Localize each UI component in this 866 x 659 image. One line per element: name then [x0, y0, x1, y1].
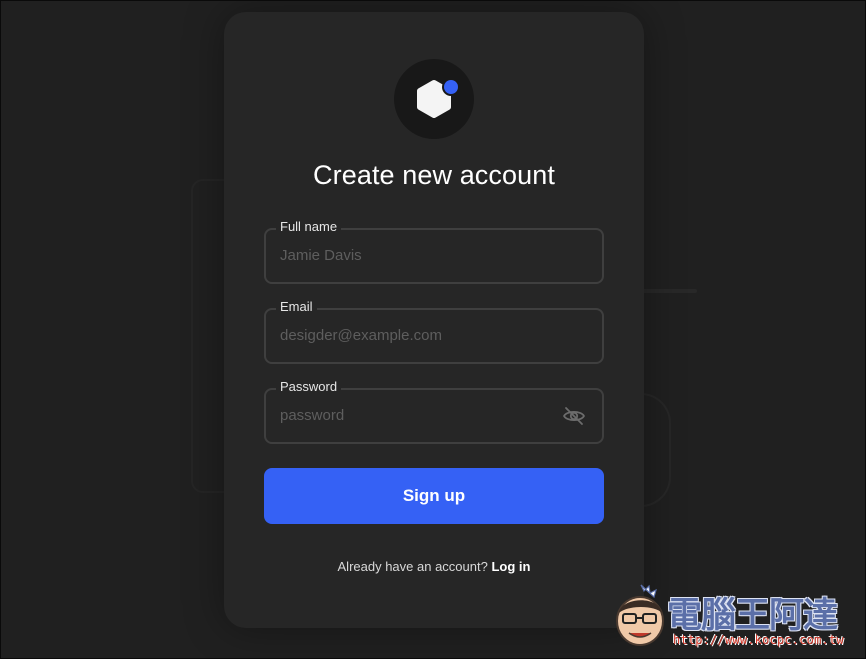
- hexagon-logo-icon: [417, 78, 460, 118]
- password-label: Password: [276, 379, 342, 395]
- watermark: 電腦王阿達 http://www.kocpc.com.tw: [607, 579, 861, 655]
- email-placeholder: desigder@example.com: [280, 327, 442, 344]
- password-placeholder: password: [280, 407, 345, 424]
- signup-card: Create new account Full name Jamie Davis…: [224, 12, 644, 628]
- eye-off-icon[interactable]: [562, 404, 586, 428]
- notification-dot: [444, 80, 458, 94]
- page-title: Create new account: [313, 160, 555, 190]
- login-prompt: Already have an account? Log in: [224, 559, 644, 574]
- background-shape: [641, 289, 697, 293]
- full-name-field[interactable]: Full name Jamie Davis: [264, 219, 604, 284]
- watermark-title: 電腦王阿達: [667, 596, 838, 636]
- app-logo: [394, 59, 474, 139]
- email-field[interactable]: Email desigder@example.com: [264, 299, 604, 364]
- email-label: Email: [276, 299, 317, 315]
- password-field[interactable]: Password password: [264, 379, 604, 444]
- watermark-url: http://www.kocpc.com.tw: [673, 633, 844, 647]
- login-prompt-text: Already have an account?: [337, 559, 488, 574]
- full-name-label: Full name: [276, 219, 342, 235]
- sign-up-button[interactable]: Sign up: [264, 468, 604, 524]
- full-name-placeholder: Jamie Davis: [280, 247, 362, 264]
- log-in-link[interactable]: Log in: [491, 559, 530, 574]
- background-shape: [641, 393, 671, 507]
- app-window: Create new account Full name Jamie Davis…: [0, 0, 866, 659]
- mascot-face-icon: [616, 584, 664, 646]
